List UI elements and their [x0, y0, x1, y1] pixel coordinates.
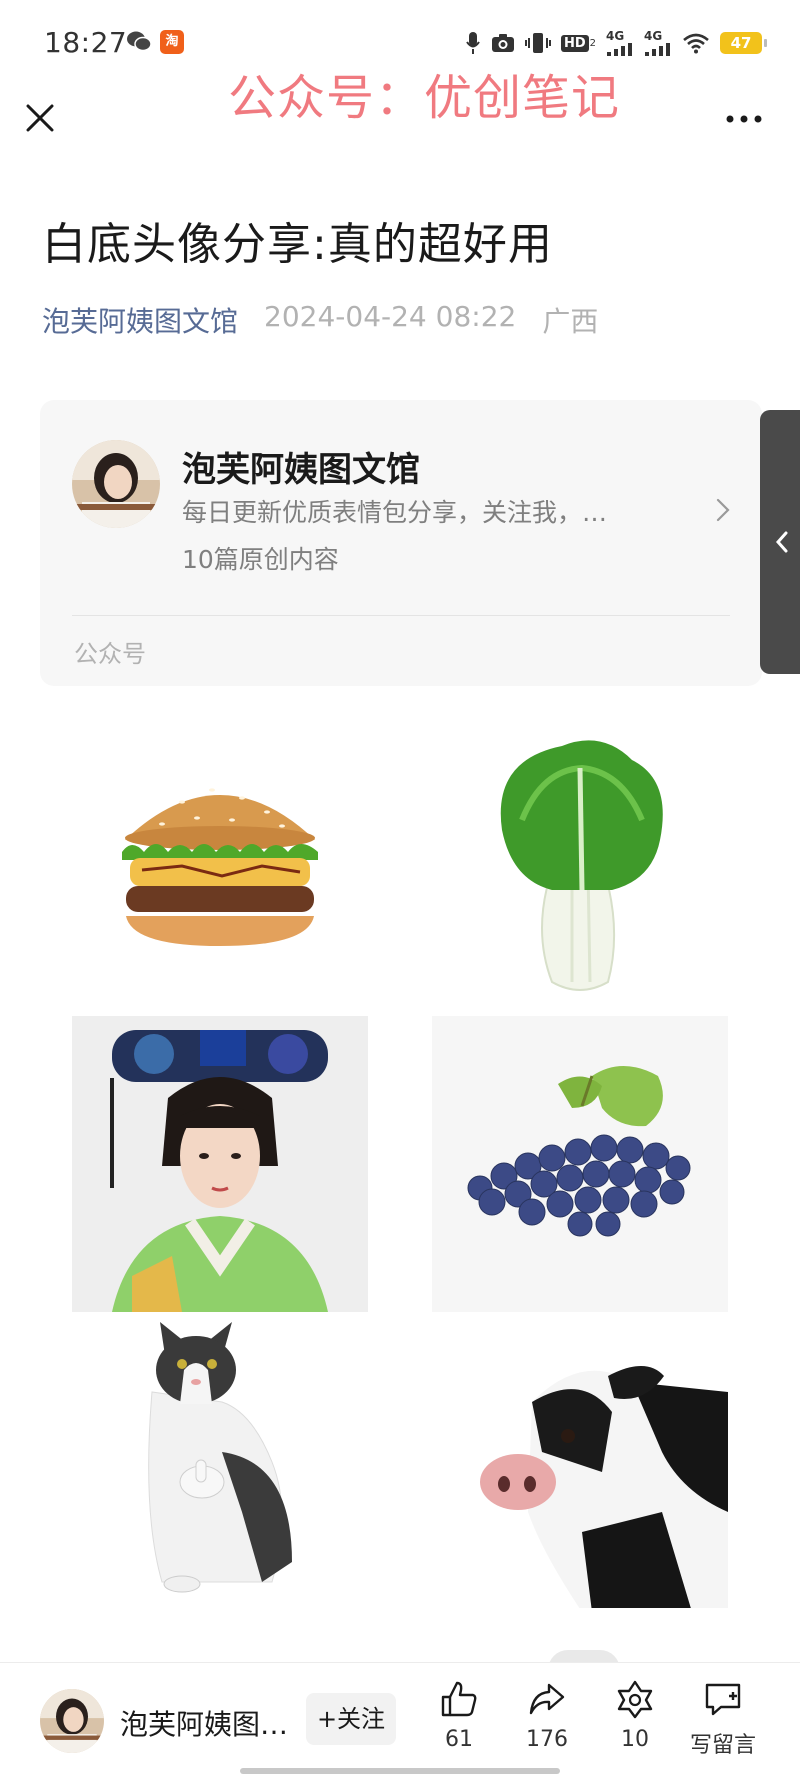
battery-icon: 47: [720, 32, 767, 54]
write-comment-label: 写留言: [689, 1733, 756, 1758]
microphone-icon: [466, 32, 480, 54]
account-card[interactable]: 泡芙阿姨图文馆 每日更新优质表情包分享，关注我，… 10篇原创内容 公众号: [40, 400, 762, 686]
publish-location: 广西: [542, 305, 599, 338]
card-divider: [72, 615, 730, 616]
image-qing-dynasty-woman[interactable]: [72, 1016, 368, 1312]
chevron-right-icon: [716, 498, 730, 522]
account-name: 泡芙阿姨图文馆: [182, 450, 420, 490]
vibrate-icon: [524, 33, 551, 53]
original-count: 10篇原创内容: [182, 545, 339, 574]
camera-icon: [491, 34, 514, 52]
like-button[interactable]: 61: [414, 1679, 504, 1752]
write-comment-button[interactable]: 写留言: [678, 1679, 768, 1759]
close-icon[interactable]: [22, 100, 58, 136]
recommend-count: 10: [621, 1727, 649, 1752]
bottom-account-avatar[interactable]: [40, 1689, 104, 1753]
watermark-text: 公众号：优创笔记: [228, 70, 621, 126]
chevron-left-icon: [775, 531, 788, 553]
share-arrow-icon: [529, 1683, 565, 1715]
wechat-icon: [127, 31, 152, 52]
image-grapes[interactable]: [432, 1016, 728, 1312]
article-title: 白底头像分享:真的超好用: [42, 219, 553, 270]
image-cat-thumbs-up[interactable]: [72, 1312, 368, 1608]
cellular-signal-1-icon: 4G: [606, 30, 634, 56]
comment-icon: [705, 1683, 741, 1716]
image-bok-choy[interactable]: [432, 720, 728, 1016]
account-description: 每日更新优质表情包分享，关注我，…: [182, 498, 608, 527]
like-count: 61: [445, 1727, 473, 1752]
share-count: 176: [526, 1727, 568, 1752]
bottom-action-bar: 泡芙阿姨图… +关注 61 176 10 写留言: [0, 1662, 800, 1778]
account-type-label: 公众号: [74, 640, 146, 668]
share-button[interactable]: 176: [502, 1679, 592, 1752]
home-indicator[interactable]: [240, 1768, 560, 1774]
bottom-account-name[interactable]: 泡芙阿姨图…: [120, 1703, 296, 1743]
hd-icon: HD 2: [560, 34, 596, 52]
taobao-app-icon: 淘: [160, 30, 184, 54]
cellular-signal-2-icon: 4G: [644, 30, 672, 56]
recommend-icon: [617, 1680, 653, 1719]
wifi-icon: [683, 33, 709, 54]
publish-date: 2024-04-24 08:22: [264, 300, 517, 333]
follow-button[interactable]: +关注: [306, 1693, 396, 1745]
thumbs-up-icon: [441, 1681, 477, 1717]
more-options-icon[interactable]: [724, 112, 764, 126]
status-time: 18:27: [44, 26, 128, 59]
image-hamburger[interactable]: [72, 720, 368, 1016]
side-collapse-tab[interactable]: [760, 410, 800, 674]
article-meta: 泡芙阿姨图文馆 2024-04-24 08:22 广西: [42, 300, 598, 340]
author-link[interactable]: 泡芙阿姨图文馆: [42, 300, 238, 340]
image-calf[interactable]: [432, 1312, 728, 1608]
account-avatar: [72, 440, 160, 528]
status-icons: HD 2 4G 4G 47: [465, 28, 767, 58]
recommend-button[interactable]: 10: [590, 1679, 680, 1752]
